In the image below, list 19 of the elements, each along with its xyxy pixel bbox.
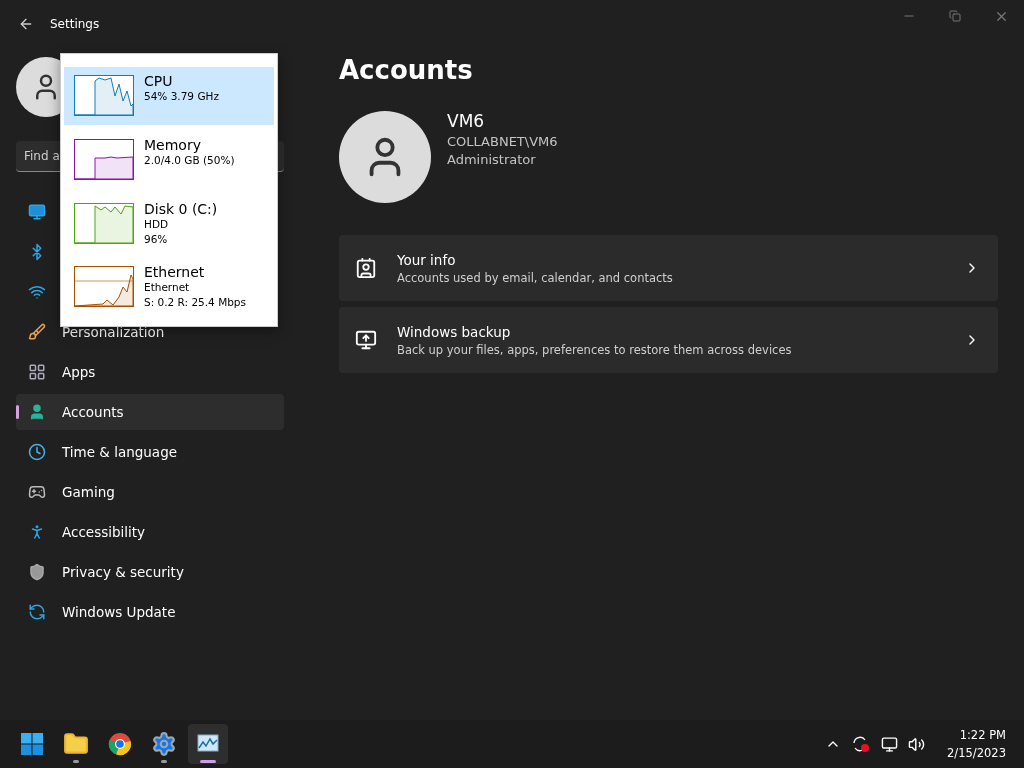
resource-detail: 2.0/4.0 GB (50%)	[144, 153, 235, 168]
card-title: Your info	[397, 251, 457, 268]
card-description: Accounts used by email, calendar, and contacts	[397, 270, 674, 285]
window-title: Settings	[50, 17, 100, 31]
account-role: Administrator	[447, 152, 537, 167]
resource-name: CPU	[144, 73, 174, 89]
user-name: VM6	[447, 111, 486, 131]
resource-detail: S: 0.2 R: 25.4 Mbps	[144, 295, 246, 311]
resource-detail: 96%	[144, 231, 169, 247]
card-title: Windows backup	[397, 323, 512, 340]
resource-name: Memory	[144, 136, 202, 153]
resource-name: Ethernet	[144, 264, 206, 281]
resource-detail: Ethernet	[144, 280, 191, 296]
card-description: Back up your files, apps, preferences to restore them across devices	[397, 342, 793, 357]
page-title: Accounts	[339, 55, 474, 85]
resource-name: Disk 0 (C:)	[144, 200, 218, 217]
account-name: COLLABNET\VM6	[447, 134, 558, 149]
resource-detail: 54% 3.79 GHz	[144, 89, 219, 104]
resource-detail: HDD	[144, 216, 170, 232]
